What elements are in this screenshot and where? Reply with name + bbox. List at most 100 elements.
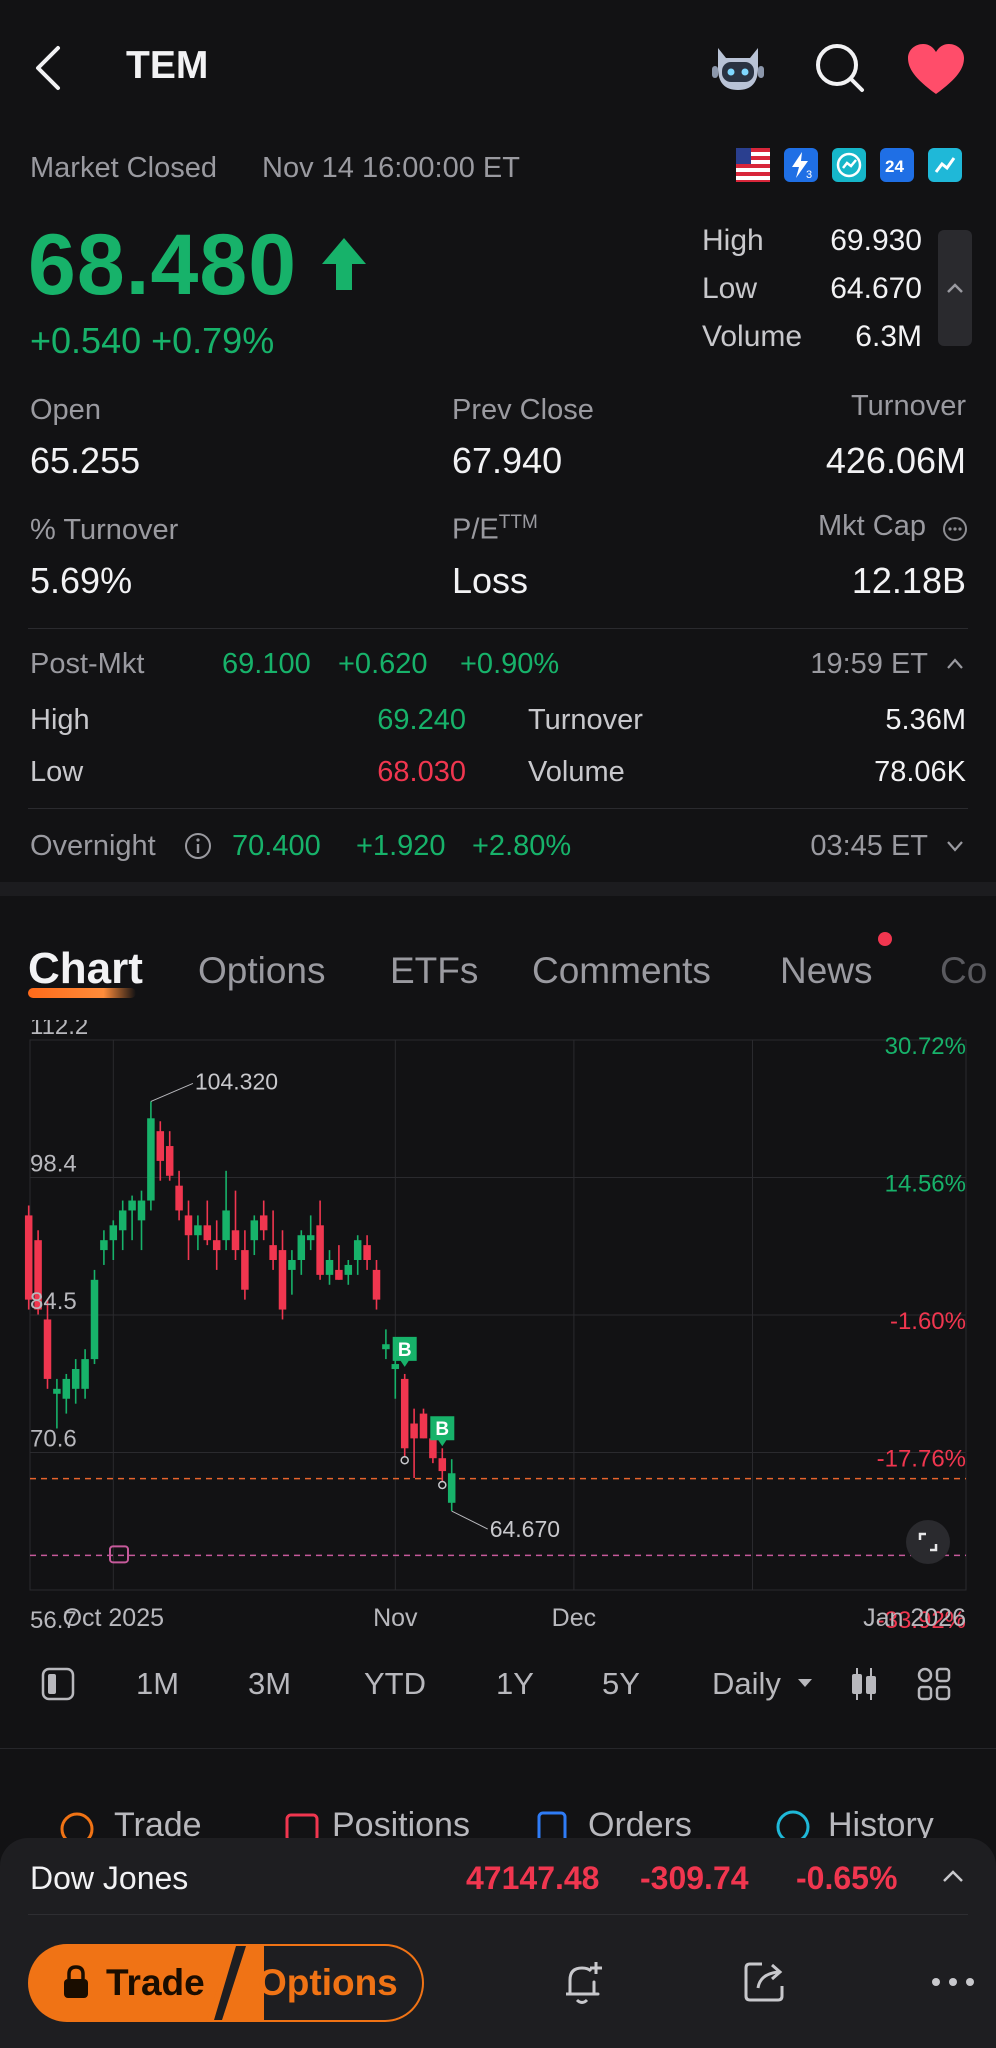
candle-type-icon[interactable] — [848, 1664, 880, 1704]
candle — [53, 1388, 61, 1394]
tab-comments[interactable]: Comments — [532, 950, 711, 992]
y-tick-right: 14.56% — [885, 1171, 966, 1198]
turnover-label: Turnover — [851, 390, 966, 422]
tab-etfs[interactable]: ETFs — [390, 950, 478, 992]
favorite-heart-icon[interactable] — [906, 42, 966, 96]
divider — [28, 628, 968, 629]
alert-bell-icon[interactable] — [558, 1956, 606, 2008]
post-market-time: 19:59 ET — [810, 648, 928, 680]
trade-button-label: Trade — [106, 1962, 205, 2003]
candle — [128, 1200, 136, 1211]
turnover-value: 426.06M — [825, 440, 966, 481]
prev-close-value: 67.940 — [452, 440, 563, 481]
y-tick-left: 112.2 — [30, 1020, 88, 1040]
post-volume-label: Volume — [528, 756, 625, 788]
period-daily[interactable]: Daily — [712, 1666, 781, 1702]
ai-assistant-icon[interactable] — [708, 40, 768, 96]
candle — [165, 1146, 174, 1176]
y-tick-right: -17.76% — [877, 1446, 966, 1473]
fullscreen-button[interactable] — [906, 1520, 950, 1564]
candle — [306, 1235, 315, 1241]
open-value: 65.255 — [30, 440, 141, 481]
x-tick: Jan 2026 — [863, 1604, 966, 1632]
section-separator — [0, 882, 996, 896]
pct-turnover-value: 5.69% — [30, 560, 133, 601]
share-icon[interactable] — [742, 1958, 788, 2004]
mkt-cap-value: 12.18B — [851, 560, 966, 601]
mkt-cap-label: Mkt Cap — [818, 510, 926, 542]
price-change: +0.540 +0.79% — [30, 320, 275, 361]
ticker-title: TEM — [126, 44, 209, 87]
buy-marker-label: B — [435, 1419, 449, 1440]
dropdown-arrow-icon — [798, 1679, 812, 1687]
candle — [288, 1260, 296, 1270]
pct-turnover-label: % Turnover — [30, 514, 179, 546]
candle — [118, 1210, 127, 1231]
overnight-pct: +2.80% — [472, 830, 572, 862]
trade-dot — [438, 1480, 447, 1490]
candle — [71, 1369, 80, 1389]
candle — [410, 1423, 418, 1439]
tab-options[interactable]: Options — [198, 950, 326, 992]
candle — [109, 1225, 118, 1241]
buy-marker-label: B — [398, 1340, 412, 1361]
back-icon[interactable] — [28, 44, 68, 92]
candle — [90, 1279, 99, 1360]
candlestick-chart[interactable]: 104.320 64.670 B B 112.2 30.72% 98.4 14.56% 84.… — [0, 1020, 996, 1640]
collapse-quote-button[interactable] — [938, 230, 972, 346]
candle — [43, 1319, 52, 1379]
candle — [259, 1215, 268, 1231]
pe-label: P/ETTM — [452, 512, 538, 547]
search-icon[interactable] — [812, 40, 868, 96]
quote-datetime: Nov 14 16:00:00 ET — [262, 152, 520, 184]
candle — [419, 1413, 428, 1439]
chevron-up-icon[interactable] — [944, 654, 966, 674]
indicators-grid-icon[interactable] — [916, 1666, 952, 1702]
day-low-value: 64.670 — [830, 272, 922, 305]
last-price: 68.480 — [28, 217, 298, 313]
candle — [100, 1240, 108, 1251]
low-leader-line — [451, 1510, 488, 1530]
candle — [363, 1245, 371, 1260]
active-tab-indicator — [28, 988, 136, 998]
tab-company[interactable]: Co — [940, 950, 996, 992]
lightning-chart-icon — [928, 148, 962, 182]
more-info-icon[interactable] — [942, 516, 968, 542]
post-low-value: 68.030 — [377, 756, 466, 788]
y-tick-right: 30.72% — [885, 1033, 966, 1060]
day-high-value: 69.930 — [830, 224, 922, 257]
index-pct: -0.65% — [796, 1860, 898, 1896]
candle — [438, 1458, 447, 1472]
expand-icon — [918, 1532, 938, 1552]
y-tick-right: -1.60% — [890, 1308, 966, 1335]
period-3m[interactable]: 3M — [248, 1666, 291, 1702]
candle — [447, 1473, 456, 1503]
candles — [24, 1101, 456, 1512]
post-turnover-value: 5.36M — [885, 704, 966, 736]
post-high-value: 69.240 — [377, 704, 466, 736]
info-icon[interactable] — [184, 832, 212, 860]
candle — [156, 1131, 165, 1161]
period-1y[interactable]: 1Y — [496, 1666, 534, 1702]
tab-news[interactable]: News — [780, 950, 873, 992]
candle — [147, 1118, 155, 1201]
period-5y[interactable]: 5Y — [602, 1666, 640, 1702]
index-name[interactable]: Dow Jones — [30, 1860, 188, 1897]
more-options-icon[interactable] — [930, 1976, 976, 1988]
candle — [391, 1364, 400, 1370]
chevron-down-icon[interactable] — [944, 836, 966, 856]
market-status: Market Closed — [30, 152, 217, 184]
position-marker-icon — [109, 1545, 129, 1564]
candle — [297, 1235, 306, 1260]
tab-chart[interactable]: Chart — [28, 944, 143, 994]
volume-value: 6.3M — [855, 320, 922, 353]
chevron-up-icon[interactable] — [938, 1866, 968, 1886]
candle — [212, 1240, 221, 1251]
period-1m[interactable]: 1M — [136, 1666, 179, 1702]
period-ytd[interactable]: YTD — [364, 1666, 426, 1702]
sidebar-toggle-icon[interactable] — [40, 1666, 76, 1702]
candle — [316, 1225, 324, 1275]
post-turnover-label: Turnover — [528, 704, 643, 736]
us-flag-icon — [736, 148, 770, 182]
pe-label-text: P/E — [452, 513, 499, 546]
